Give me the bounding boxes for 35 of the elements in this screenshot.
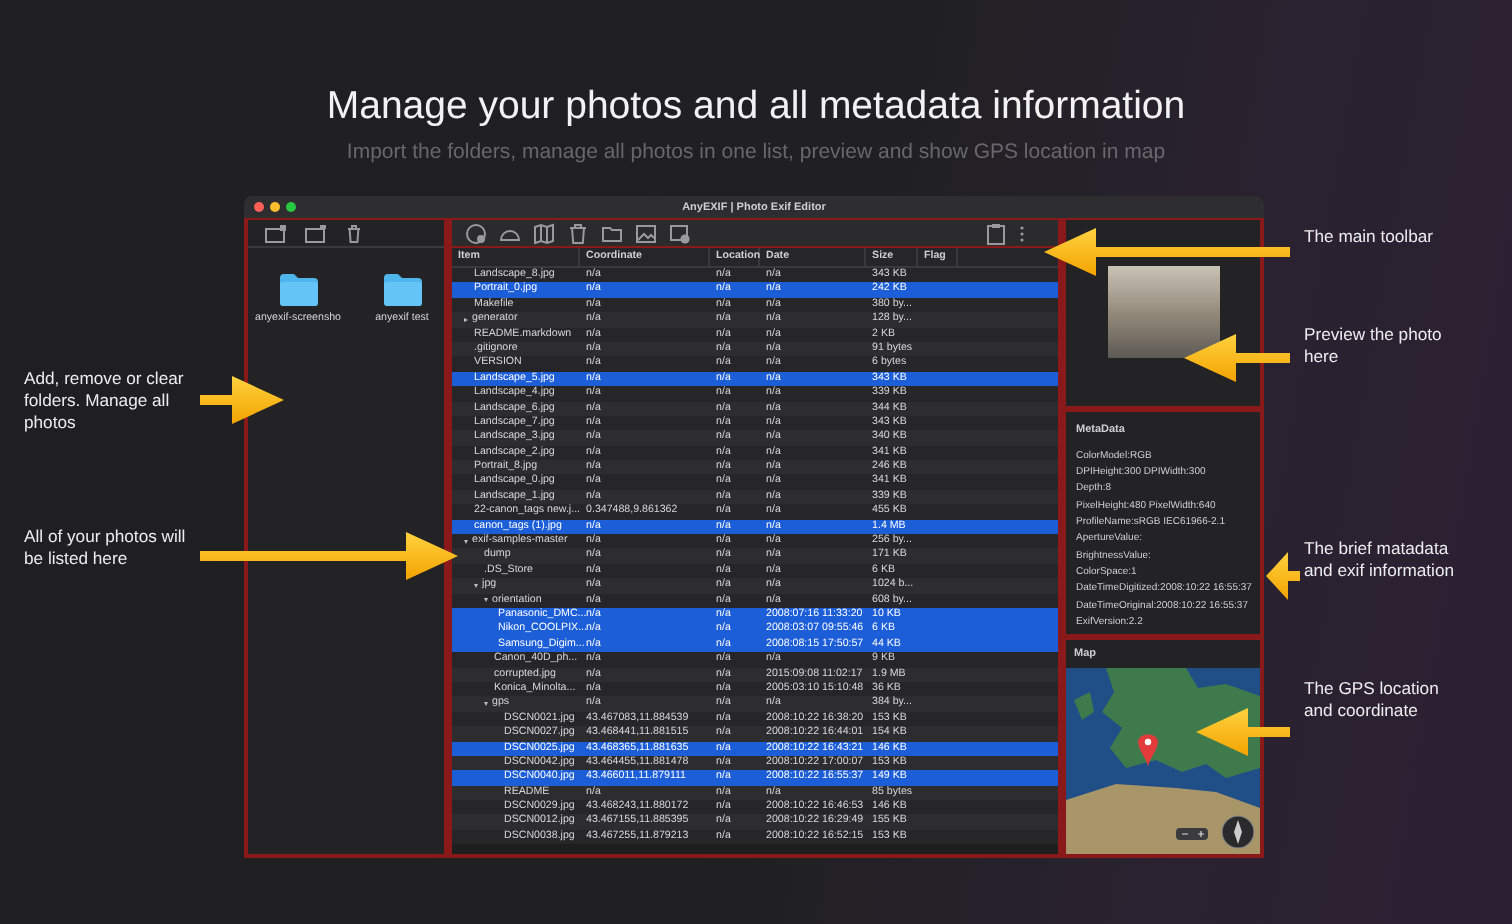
more-icon[interactable] xyxy=(1018,221,1026,245)
map-drawing[interactable] xyxy=(1066,668,1260,854)
annotation-text: The brief matadata and exif information xyxy=(1304,538,1456,582)
annotation-text: The GPS location and coordinate xyxy=(1304,678,1441,722)
headline: Manage your photos and all metadata information xyxy=(324,82,1188,130)
caret-icon[interactable] xyxy=(474,583,479,588)
caret-icon[interactable] xyxy=(464,539,469,544)
add-folder-icon[interactable] xyxy=(264,223,288,243)
annotation-text: Preview the photo here xyxy=(1304,324,1444,368)
close-button[interactable] xyxy=(254,202,264,212)
folder-icon[interactable] xyxy=(383,274,421,306)
folder-icon[interactable] xyxy=(600,221,625,245)
remove-folder-icon[interactable] xyxy=(304,223,328,243)
trash-icon[interactable] xyxy=(344,223,364,243)
map-icon[interactable] xyxy=(532,221,557,245)
annotation-text: The main toolbar xyxy=(1304,226,1435,248)
folder-icon[interactable] xyxy=(279,274,317,306)
subheadline: Import the folders, manage all photos in one list, preview and show GPS location in map xyxy=(344,140,1168,164)
zoom-button[interactable] xyxy=(286,202,296,212)
annotation-text: All of your photos will be listed here xyxy=(24,526,188,570)
photo-placeholder xyxy=(1107,266,1219,359)
minimize-button[interactable] xyxy=(270,202,280,212)
clipboard-icon[interactable] xyxy=(984,221,1008,245)
image-badge-icon[interactable] xyxy=(668,221,693,245)
add-photo-icon[interactable] xyxy=(464,221,489,245)
pointer-arrow xyxy=(1266,552,1300,600)
pointer-arrow xyxy=(1196,708,1290,756)
pointer-arrow xyxy=(200,376,284,424)
caret-icon[interactable] xyxy=(484,598,489,603)
caret-icon[interactable] xyxy=(464,317,469,322)
image-icon[interactable] xyxy=(634,221,659,245)
pointer-arrow xyxy=(1184,334,1290,382)
annotation-text: Add, remove or clear folders. Manage all photos xyxy=(24,368,186,434)
caret-icon[interactable] xyxy=(484,702,489,707)
trash-icon[interactable] xyxy=(566,221,591,245)
